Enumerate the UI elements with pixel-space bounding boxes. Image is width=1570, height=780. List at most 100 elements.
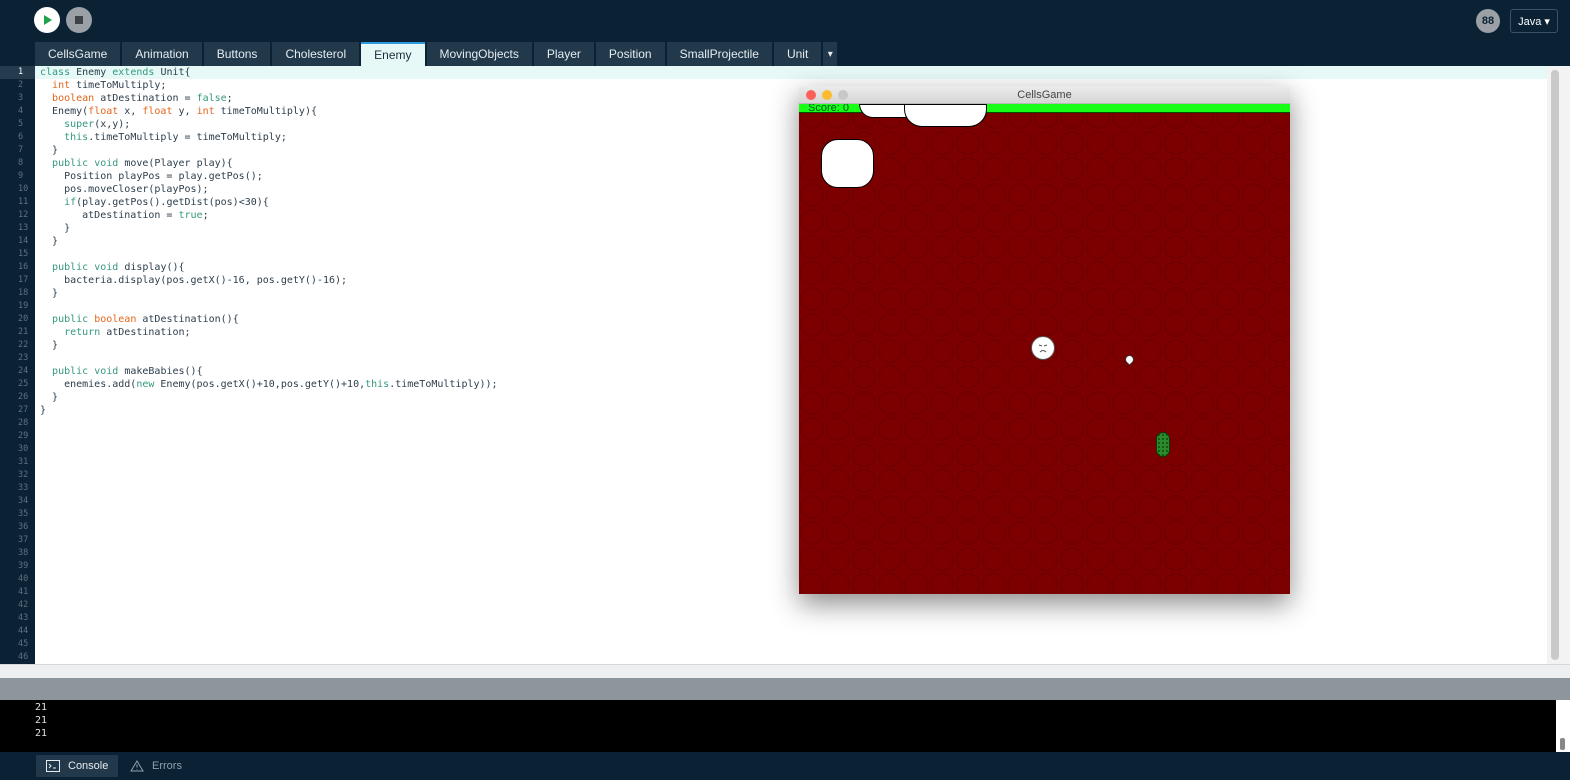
stop-button[interactable] — [66, 7, 92, 33]
bottom-bar: Console Errors — [0, 752, 1570, 780]
close-icon[interactable] — [806, 90, 816, 100]
code-line[interactable]: Enemy(float x, float y, int timeToMultip… — [35, 105, 1547, 118]
tab-animation[interactable]: Animation — [122, 42, 202, 66]
code-line[interactable] — [35, 352, 1547, 365]
tweak-mode-button[interactable]: 88 — [1476, 9, 1500, 33]
maximize-icon[interactable] — [838, 90, 848, 100]
code-line[interactable]: } — [35, 222, 1547, 235]
code-line[interactable]: public void makeBabies(){ — [35, 365, 1547, 378]
tab-enemy[interactable]: Enemy — [361, 42, 425, 66]
minimize-icon[interactable] — [822, 90, 832, 100]
tab-label: Enemy — [374, 48, 412, 62]
console-scrollbar-thumb[interactable] — [1560, 738, 1565, 750]
code-line[interactable]: boolean atDestination = false; — [35, 92, 1547, 105]
tab-unit[interactable]: Unit — [773, 42, 822, 66]
angry-face-icon — [1038, 344, 1048, 353]
code-line[interactable]: public void move(Player play){ — [35, 157, 1547, 170]
mode-label: Java ▾ — [1518, 15, 1550, 28]
code-line[interactable]: public boolean atDestination(){ — [35, 313, 1547, 326]
tab-smallprojectile[interactable]: SmallProjectile — [666, 42, 772, 66]
code-line[interactable]: this.timeToMultiply = timeToMultiply; — [35, 131, 1547, 144]
line-number: 1 — [0, 66, 35, 79]
line-number: 37 — [18, 535, 29, 545]
code-line[interactable]: public void display(){ — [35, 261, 1547, 274]
line-number: 12 — [18, 210, 29, 220]
line-number: 17 — [18, 275, 29, 285]
line-number: 18 — [18, 288, 29, 298]
game-canvas[interactable]: Score: 0 — [799, 104, 1290, 594]
line-number: 23 — [18, 353, 29, 363]
tab-cellsgame[interactable]: CellsGame — [35, 42, 121, 66]
console-tab[interactable]: Console — [36, 755, 119, 777]
line-number: 9 — [18, 171, 24, 181]
run-button[interactable] — [34, 7, 60, 33]
line-number: 40 — [18, 574, 29, 584]
line-number: 14 — [18, 236, 29, 246]
code-line[interactable]: if(play.getPos().getDist(pos)<30){ — [35, 196, 1547, 209]
mode-selector[interactable]: Java ▾ — [1510, 9, 1558, 33]
line-number: 41 — [18, 587, 29, 597]
console-divider[interactable] — [0, 678, 1570, 700]
code-line[interactable]: } — [35, 235, 1547, 248]
line-number: 13 — [18, 223, 29, 233]
line-number: 29 — [18, 431, 29, 441]
code-editor[interactable]: class Enemy extends Unit{ int timeToMult… — [35, 66, 1547, 664]
code-line[interactable]: enemies.add(new Enemy(pos.getX()+10,pos.… — [35, 378, 1547, 391]
line-number: 6 — [18, 132, 24, 142]
score-label: Score: 0 — [808, 104, 849, 114]
tab-movingobjects[interactable]: MovingObjects — [426, 42, 532, 66]
player-cell — [1031, 336, 1055, 360]
line-number: 46 — [18, 652, 29, 662]
tab-buttons[interactable]: Buttons — [203, 42, 271, 66]
code-line[interactable]: } — [35, 404, 1547, 417]
code-line[interactable]: } — [35, 144, 1547, 157]
code-line[interactable] — [35, 248, 1547, 261]
console-scrollbar[interactable] — [1556, 700, 1570, 752]
tab-position[interactable]: Position — [595, 42, 665, 66]
code-line[interactable]: int timeToMultiply; — [35, 79, 1547, 92]
line-number: 15 — [18, 249, 29, 259]
line-number: 31 — [18, 457, 29, 467]
code-line[interactable]: } — [35, 339, 1547, 352]
errors-tab[interactable]: Errors — [120, 755, 192, 777]
tab-label: Unit — [786, 47, 809, 61]
console-output: 21 21 21 — [0, 700, 1556, 753]
code-line[interactable]: return atDestination; — [35, 326, 1547, 339]
tab-label: Player — [546, 47, 581, 61]
code-line[interactable]: pos.moveCloser(playPos); — [35, 183, 1547, 196]
tweak-icon: 88 — [1481, 15, 1495, 27]
tab-label: SmallProjectile — [679, 47, 759, 61]
editor-scrollbar[interactable] — [1547, 66, 1570, 664]
cholesterol-blob — [821, 139, 874, 188]
code-line[interactable]: Position playPos = play.getPos(); — [35, 170, 1547, 183]
code-line[interactable] — [35, 300, 1547, 313]
line-number: 45 — [18, 639, 29, 649]
editor-scrollbar-thumb[interactable] — [1551, 70, 1559, 660]
tab-player[interactable]: Player — [533, 42, 594, 66]
tab-cholesterol[interactable]: Cholesterol — [272, 42, 360, 66]
code-line[interactable]: } — [35, 287, 1547, 300]
code-line[interactable]: bacteria.display(pos.getX()-16, pos.getY… — [35, 274, 1547, 287]
errors-tab-label: Errors — [152, 760, 182, 772]
console-tab-label: Console — [68, 760, 109, 772]
line-number: 30 — [18, 444, 29, 454]
line-number: 35 — [18, 509, 29, 519]
sketch-window: CellsGame Score: 0 — [799, 86, 1290, 594]
line-number: 24 — [18, 366, 29, 376]
line-number: 8 — [18, 158, 24, 168]
code-line[interactable]: atDestination = true; — [35, 209, 1547, 222]
code-line[interactable]: } — [35, 391, 1547, 404]
tab-label: Cholesterol — [285, 47, 347, 61]
tab-label: Animation — [135, 47, 189, 61]
line-number: 5 — [18, 119, 24, 129]
code-line[interactable]: class Enemy extends Unit{ — [35, 66, 1547, 79]
tab-overflow-button[interactable]: ▾ — [823, 42, 838, 66]
play-icon — [44, 15, 52, 25]
line-number: 28 — [18, 418, 29, 428]
cholesterol-blob — [904, 104, 987, 127]
bacteria-enemy — [1156, 432, 1170, 457]
code-line[interactable]: super(x,y); — [35, 118, 1547, 131]
line-number: 19 — [18, 301, 29, 311]
tab-label: Buttons — [216, 47, 258, 61]
tab-label: Position — [608, 47, 652, 61]
